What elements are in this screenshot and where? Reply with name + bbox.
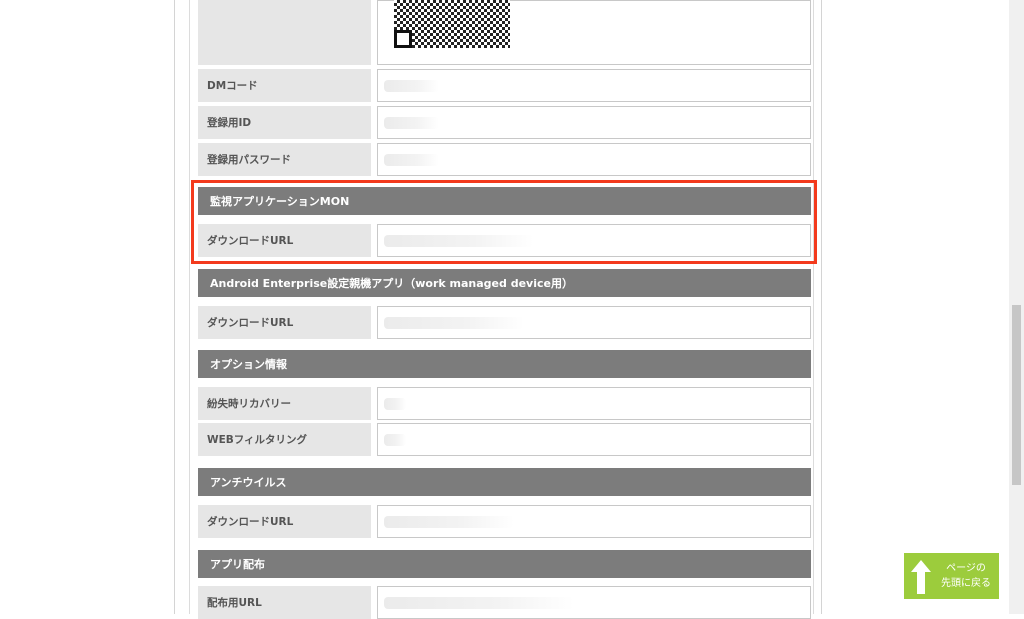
field-registration-password: 登録用パスワード: [198, 143, 811, 176]
back-to-top-button[interactable]: ページの 先頭に戻る: [904, 553, 999, 599]
field-label: 登録用ID: [198, 106, 371, 139]
section-header-antivirus: アンチウイルス: [198, 468, 811, 496]
field-label: 配布用URL: [198, 586, 371, 619]
qr-code-image: [394, 0, 510, 48]
back-to-top-line2: 先頭に戻る: [941, 578, 991, 589]
redacted-value: [384, 433, 406, 446]
field-distribution-url: 配布用URL: [198, 586, 811, 619]
redacted-value: [384, 79, 439, 92]
field-dm-code: DMコード: [198, 69, 811, 102]
field-lost-recovery: 紛失時リカバリー: [198, 387, 811, 420]
field-antivirus-download-url: ダウンロードURL: [198, 505, 811, 538]
field-label: DMコード: [198, 69, 371, 102]
field-label: WEBフィルタリング: [198, 423, 371, 456]
back-to-top-line1: ページの: [946, 563, 986, 574]
field-label: ダウンロードURL: [198, 306, 371, 339]
redacted-value: [384, 515, 514, 528]
field-value[interactable]: [377, 69, 811, 102]
field-label: ダウンロードURL: [198, 505, 371, 538]
section-header-options: オプション情報: [198, 350, 811, 378]
qr-finder-mark: [394, 30, 412, 48]
field-value[interactable]: [377, 387, 811, 420]
redacted-value: [384, 116, 439, 129]
redacted-value: [384, 596, 574, 609]
redacted-value: [384, 316, 524, 329]
field-label: 登録用パスワード: [198, 143, 371, 176]
back-to-top-label: ページの 先頭に戻る: [936, 561, 996, 591]
field-value[interactable]: [377, 505, 811, 538]
field-registration-id: 登録用ID: [198, 106, 811, 139]
arrow-up-icon: [911, 560, 931, 594]
field-ae-download-url: ダウンロードURL: [198, 306, 811, 339]
field-value[interactable]: [377, 586, 811, 619]
qr-label-cell: [198, 0, 371, 65]
field-value[interactable]: [377, 143, 811, 176]
redacted-value: [384, 153, 439, 166]
scrollbar-thumb[interactable]: [1012, 305, 1021, 485]
field-label: 紛失時リカバリー: [198, 387, 371, 420]
redacted-value: [384, 397, 406, 410]
field-value[interactable]: [377, 306, 811, 339]
field-value[interactable]: [377, 106, 811, 139]
section-header-app-distribution: アプリ配布: [198, 550, 811, 578]
field-value[interactable]: [377, 423, 811, 456]
section-header-android-enterprise: Android Enterprise設定親機アプリ（work managed d…: [198, 269, 811, 297]
highlight-box: [191, 180, 817, 264]
field-web-filtering: WEBフィルタリング: [198, 423, 811, 456]
